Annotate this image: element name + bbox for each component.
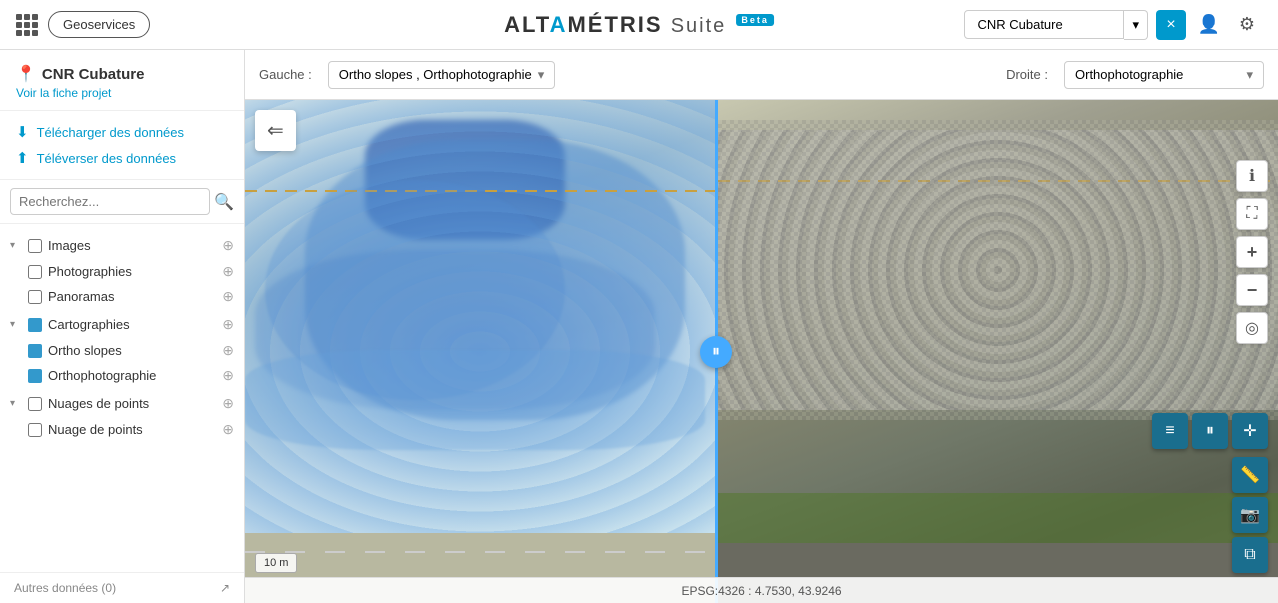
split-handle[interactable]: ⏸ [700, 336, 732, 368]
pin-icon: 📍 [16, 64, 36, 84]
left-label: Gauche : [259, 67, 312, 82]
project-selector[interactable]: CNR Cubature ▾ [964, 10, 1148, 40]
project-select-value[interactable]: CNR Cubature [964, 10, 1124, 39]
nuage-settings-icon[interactable]: ⊕ [222, 421, 234, 438]
settings-icon[interactable]: ⚙ [1232, 10, 1262, 40]
right-label: Droite : [1006, 67, 1048, 82]
left-dropdown[interactable]: Ortho slopes , Orthophotographie ▾ [328, 61, 555, 89]
layer-group-cartographies: ▾ Cartographies ⊕ Ortho slopes ⊕ Orthoph… [0, 311, 244, 388]
camera-button[interactable]: 📷 [1232, 497, 1268, 533]
close-button[interactable]: × [1156, 10, 1186, 40]
beta-badge: Beta [736, 14, 774, 26]
back-button[interactable]: ⇐ [255, 110, 296, 151]
project-select-arrow[interactable]: ▾ [1124, 10, 1148, 40]
layer-group-images-header[interactable]: ▾ Images ⊕ [0, 232, 244, 259]
coords-bar: EPSG:4326 : 4.7530, 43.9246 [245, 577, 1278, 603]
logo: ALTAMÉTRIS Suite Beta [504, 12, 774, 38]
download-icon: ⬇ [16, 123, 29, 141]
info-button[interactable]: ℹ [1236, 160, 1268, 192]
nuages-settings-icon[interactable]: ⊕ [222, 395, 234, 412]
rock-texture [718, 120, 1278, 420]
layer-group-nuages-header[interactable]: ▾ Nuages de points ⊕ [0, 390, 244, 417]
project-link[interactable]: Voir la fiche projet [16, 86, 228, 100]
orthophotographie-settings-icon[interactable]: ⊕ [222, 367, 234, 384]
photographies-settings-icon[interactable]: ⊕ [222, 263, 234, 280]
map-toolbar-right: Droite : Orthophotographie ▾ [1006, 61, 1264, 89]
cartographies-icon [28, 318, 42, 332]
compass-button[interactable]: ◎ [1236, 312, 1268, 344]
ortho-slopes-icon [28, 344, 42, 358]
map-controls: ℹ ⛶ + − ◎ [1236, 160, 1268, 344]
nuages-checkbox[interactable] [28, 397, 42, 411]
sidebar: 📍 CNR Cubature Voir la fiche projet ⬇ Té… [0, 50, 245, 603]
layers-button[interactable]: ⧉ [1232, 537, 1268, 573]
images-checkbox[interactable] [28, 239, 42, 253]
search-input[interactable] [10, 188, 210, 215]
sidebar-actions: ⬇ Télécharger des données ⬆ Téléverser d… [0, 111, 244, 180]
project-name: 📍 CNR Cubature [16, 64, 228, 84]
road-dashed [245, 551, 715, 553]
split-line[interactable]: ⏸ [715, 100, 718, 603]
layer-item-ortho-slopes[interactable]: Ortho slopes ⊕ [28, 338, 244, 363]
user-icon[interactable]: 👤 [1194, 10, 1224, 40]
move-button[interactable]: ✛ [1232, 413, 1268, 449]
back-arrow-icon: ⇐ [267, 120, 284, 142]
ortho-slopes-settings-icon[interactable]: ⊕ [222, 342, 234, 359]
layer-item-orthophotographie[interactable]: Orthophotographie ⊕ [28, 363, 244, 388]
layer-item-photographies[interactable]: Photographies ⊕ [28, 259, 244, 284]
layer-item-nuage[interactable]: Nuage de points ⊕ [28, 417, 244, 442]
map-left-panel [245, 100, 715, 603]
download-action[interactable]: ⬇ Télécharger des données [16, 119, 228, 145]
chevron-down-icon: ▾ [10, 398, 22, 409]
scale-bar: 10 m [255, 553, 297, 573]
map-canvas[interactable]: ⏸ ⇐ ℹ ⛶ + − ◎ ≡ ⏸ ✛ 📏 [245, 100, 1278, 603]
right-dropdown[interactable]: Orthophotographie ▾ [1064, 61, 1264, 89]
upload-icon: ⬆ [16, 149, 29, 167]
grid-menu-icon[interactable] [16, 14, 38, 36]
layer-group-nuages: ▾ Nuages de points ⊕ Nuage de points ⊕ [0, 390, 244, 442]
map-area[interactable]: Gauche : Ortho slopes , Orthophotographi… [245, 50, 1278, 603]
nuages-children: Nuage de points ⊕ [0, 417, 244, 442]
layer-group-images: ▾ Images ⊕ Photographies ⊕ Panoramas ⊕ [0, 232, 244, 309]
right-dropdown-arrow: ▾ [1246, 67, 1253, 83]
panoramas-settings-icon[interactable]: ⊕ [222, 288, 234, 305]
zoom-out-button[interactable]: − [1236, 274, 1268, 306]
chevron-down-icon: ▾ [10, 319, 22, 330]
orthophotographie-icon [28, 369, 42, 383]
expand-button[interactable]: ⛶ [1236, 198, 1268, 230]
contour-blob-3 [245, 350, 705, 450]
bottom-right-toolbar: ≡ ⏸ ✛ 📏 📷 ⧉ [1152, 413, 1268, 573]
equals-button[interactable]: ≡ [1152, 413, 1188, 449]
sidebar-project: 📍 CNR Cubature Voir la fiche projet [0, 50, 244, 111]
photographies-checkbox[interactable] [28, 265, 42, 279]
search-bar: 🔍 [0, 180, 244, 224]
other-data-label: Autres données (0) [14, 581, 116, 595]
layer-tree: ▾ Images ⊕ Photographies ⊕ Panoramas ⊕ [0, 224, 244, 572]
panoramas-checkbox[interactable] [28, 290, 42, 304]
geoservices-button[interactable]: Geoservices [48, 11, 150, 38]
cartographies-settings-icon[interactable]: ⊕ [222, 316, 234, 333]
upload-action[interactable]: ⬆ Téléverser des données [16, 145, 228, 171]
chevron-down-icon: ▾ [10, 240, 22, 251]
left-dropdown-value: Ortho slopes , Orthophotographie [339, 67, 532, 82]
images-children: Photographies ⊕ Panoramas ⊕ [0, 259, 244, 309]
cartographies-children: Ortho slopes ⊕ Orthophotographie ⊕ [0, 338, 244, 388]
left-dropdown-arrow: ▾ [538, 67, 545, 83]
layer-item-panoramas[interactable]: Panoramas ⊕ [28, 284, 244, 309]
search-button[interactable]: 🔍 [214, 192, 234, 212]
images-settings-icon[interactable]: ⊕ [222, 237, 234, 254]
layer-group-cartographies-header[interactable]: ▾ Cartographies ⊕ [0, 311, 244, 338]
other-data-link-icon[interactable]: ↗ [220, 581, 230, 595]
zoom-in-button[interactable]: + [1236, 236, 1268, 268]
other-data-section: Autres données (0) ↗ [0, 572, 244, 603]
map-toolbar: Gauche : Ortho slopes , Orthophotographi… [245, 50, 1278, 100]
nuage-checkbox[interactable] [28, 423, 42, 437]
pause-button[interactable]: ⏸ [1192, 413, 1228, 449]
ruler-button[interactable]: 📏 [1232, 457, 1268, 493]
right-dropdown-value: Orthophotographie [1075, 67, 1183, 82]
